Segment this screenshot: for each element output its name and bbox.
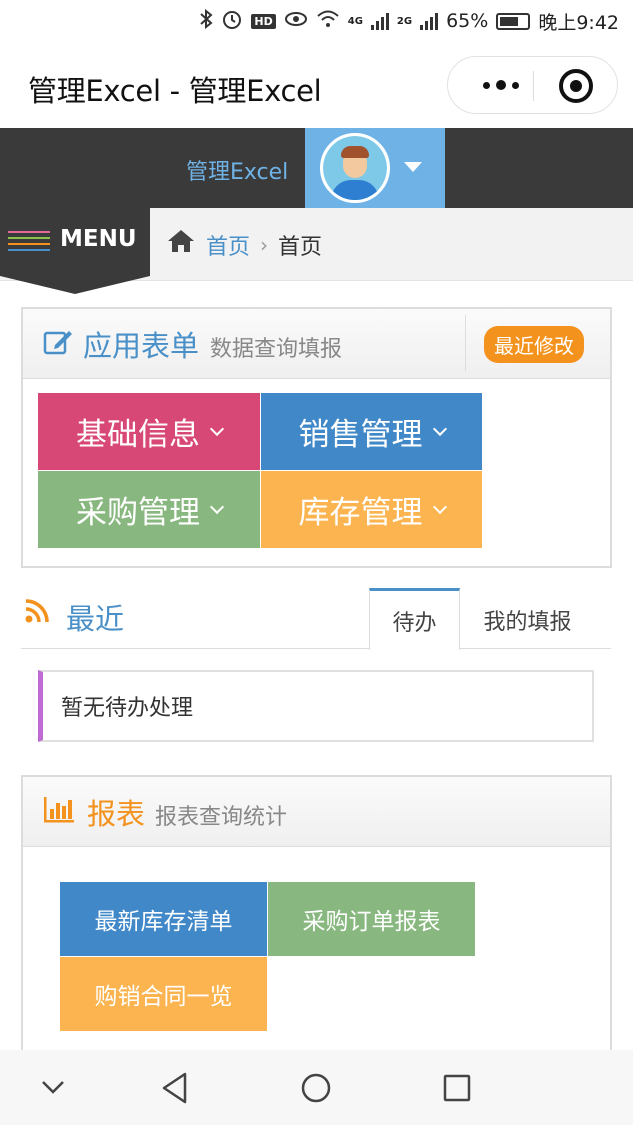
chevron-right-icon: › (260, 232, 269, 257)
report-label: 最新库存清单 (94, 909, 233, 935)
tile-label: 采购管理 (76, 495, 200, 531)
eye-icon (284, 10, 308, 33)
recent-apps-icon[interactable] (442, 1072, 472, 1108)
breadcrumb-current: 首页 (278, 234, 323, 260)
user-menu-toggle[interactable] (305, 128, 445, 208)
empty-text: 暂无待办处理 (61, 696, 194, 721)
avatar (320, 133, 390, 203)
chevron-down-icon (432, 499, 447, 514)
tab-todo[interactable]: 待办 (369, 588, 460, 650)
mini-program-titlebar: 管理Excel - 管理Excel (0, 42, 633, 128)
tile-purchase-management[interactable]: 采购管理 (38, 471, 260, 548)
clock: 晚上9:42 (538, 11, 619, 34)
app-forms-subtitle: 数据查询填报 (210, 337, 343, 362)
reports-title: 报表 (87, 797, 146, 831)
more-button[interactable] (472, 67, 530, 103)
tab-label: 待办 (392, 610, 437, 636)
back-icon[interactable] (160, 1072, 190, 1108)
tile-inventory-management[interactable]: 库存管理 (261, 471, 482, 548)
rss-icon (24, 598, 50, 628)
page-title: 管理Excel - 管理Excel (28, 74, 322, 108)
app-forms-header: 应用表单 数据查询填报 最近修改 (23, 309, 610, 379)
app-header: 管理Excel (0, 128, 633, 208)
home-icon (166, 228, 196, 261)
app-forms-title: 应用表单 (83, 329, 200, 363)
network-4g: 4G (347, 15, 363, 27)
report-contracts-overview[interactable]: 购销合同一览 (60, 957, 267, 1031)
recent-edits-badge[interactable]: 最近修改 (484, 326, 584, 363)
menu-pointer (0, 276, 150, 294)
chevron-down-icon[interactable] (40, 1072, 66, 1106)
close-button[interactable] (559, 69, 593, 103)
reports-panel: 报表 报表查询统计 最新库存清单 采购订单报表 购销合同一览 (21, 775, 612, 1065)
status-bar: HD 4G 2G 65% 晚上9:42 (0, 0, 633, 42)
reports-subtitle: 报表查询统计 (155, 805, 288, 830)
bluetooth-icon (199, 8, 213, 34)
tile-label: 销售管理 (298, 417, 423, 453)
tabs-baseline (21, 648, 611, 649)
tile-label: 库存管理 (298, 495, 423, 531)
chevron-down-icon (209, 421, 225, 436)
signal-icon-2 (420, 12, 439, 30)
alarm-icon (221, 8, 243, 35)
battery-icon (496, 12, 531, 30)
chevron-down-icon (432, 421, 447, 436)
battery-percent: 65% (446, 10, 489, 32)
network-2g: 2G (396, 15, 413, 27)
breadcrumb: 首页 › 首页 (166, 228, 322, 261)
menu-label: MENU (60, 226, 137, 252)
tile-basic-info[interactable]: 基础信息 (38, 393, 260, 470)
header-divider (465, 315, 466, 371)
tab-label: 我的填报 (483, 610, 572, 635)
capsule-menu (447, 56, 618, 114)
chevron-down-icon (209, 499, 225, 514)
breadcrumb-home-link[interactable]: 首页 (206, 229, 250, 261)
reports-header: 报表 报表查询统计 (23, 777, 610, 847)
tile-sales-management[interactable]: 销售管理 (261, 393, 482, 470)
report-label: 采购订单报表 (302, 909, 441, 935)
recent-title: 最近 (66, 602, 125, 636)
report-latest-inventory[interactable]: 最新库存清单 (60, 882, 267, 956)
report-purchase-orders[interactable]: 采购订单报表 (268, 882, 475, 956)
tab-my-submissions[interactable]: 我的填报 (470, 592, 585, 648)
hamburger-icon (8, 231, 50, 255)
capsule-divider (533, 71, 534, 101)
brand-link[interactable]: 管理Excel (186, 154, 288, 186)
edit-icon (43, 327, 73, 361)
home-circle-icon[interactable] (300, 1072, 332, 1108)
tile-label: 基础信息 (76, 417, 200, 453)
app-forms-panel: 应用表单 数据查询填报 最近修改 基础信息 销售管理 采购管理 库存管理 (21, 307, 612, 568)
hd-icon: HD (251, 13, 276, 29)
wifi-icon (316, 9, 340, 34)
menu-toggle-button[interactable]: MENU (0, 208, 150, 276)
report-label: 购销合同一览 (94, 984, 233, 1010)
caret-down-icon (404, 162, 422, 172)
signal-icon (370, 12, 389, 30)
todo-empty-message: 暂无待办处理 (38, 670, 594, 742)
menu-row: MENU 首页 › 首页 (0, 208, 633, 281)
bar-chart-icon (43, 797, 75, 827)
system-nav-bar (0, 1050, 633, 1125)
